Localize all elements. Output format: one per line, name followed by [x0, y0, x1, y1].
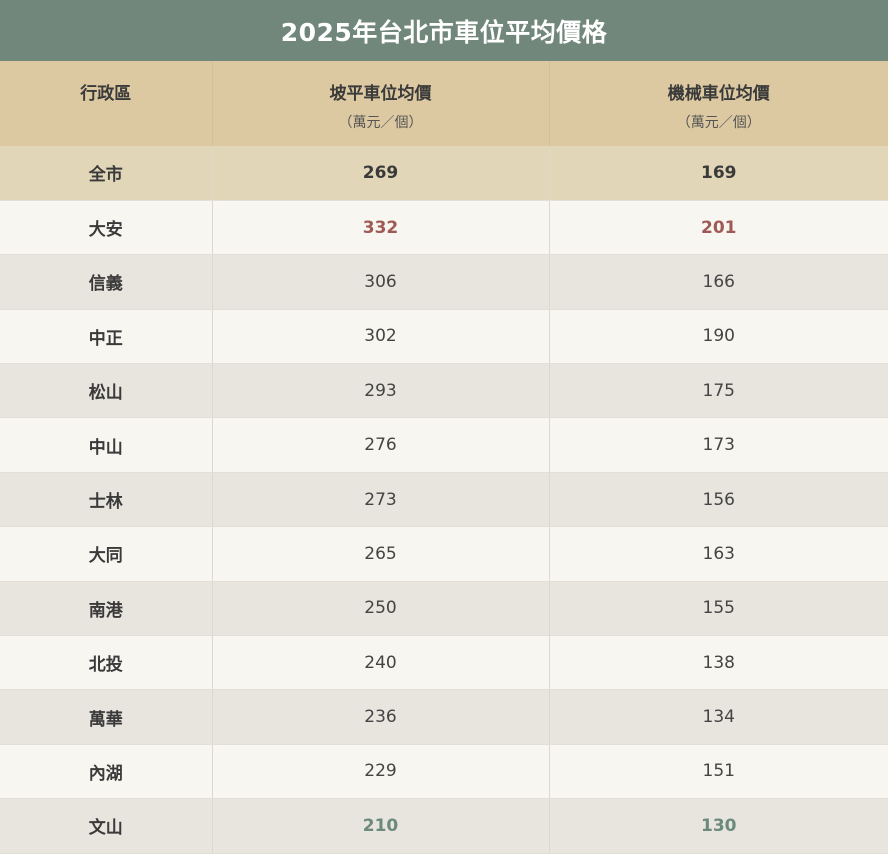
district-cell: 大同	[0, 526, 213, 582]
table-row: 信義 306 166	[0, 254, 888, 310]
ramp-price-cell: 240	[212, 635, 550, 691]
ramp-price-cell: 306	[212, 254, 550, 310]
ramp-price-cell: 210	[212, 798, 550, 854]
mechanical-price-cell: 138	[549, 635, 888, 691]
table-row: 中正 302 190	[0, 309, 888, 365]
table-row: 文山 210 130	[0, 798, 888, 854]
district-cell: 北投	[0, 635, 213, 691]
column-header-ramp: 坡平車位均價 （萬元／個）	[212, 61, 550, 146]
mechanical-price-cell: 156	[549, 472, 888, 528]
ramp-price-cell: 273	[212, 472, 550, 528]
table-row-total: 全市 269 169	[0, 146, 888, 201]
mechanical-price-cell: 163	[549, 526, 888, 582]
district-cell: 全市	[0, 146, 213, 201]
ramp-price-cell: 265	[212, 526, 550, 582]
table-row: 士林 273 156	[0, 472, 888, 528]
column-header-district: 行政區	[0, 61, 213, 146]
ramp-price-cell: 229	[212, 744, 550, 800]
district-cell: 南港	[0, 581, 213, 637]
mechanical-price-cell: 169	[549, 146, 888, 201]
mechanical-price-cell: 151	[549, 744, 888, 800]
table-row: 萬華 236 134	[0, 689, 888, 745]
table-row: 大同 265 163	[0, 526, 888, 582]
ramp-price-cell: 332	[212, 200, 550, 256]
mechanical-price-cell: 175	[549, 363, 888, 419]
district-cell: 大安	[0, 200, 213, 256]
ramp-price-cell: 269	[212, 146, 550, 201]
district-cell: 松山	[0, 363, 213, 419]
table-row: 北投 240 138	[0, 635, 888, 691]
mechanical-price-cell: 166	[549, 254, 888, 310]
mechanical-price-cell: 130	[549, 798, 888, 854]
table-row: 松山 293 175	[0, 363, 888, 419]
chart-title: 2025年台北市車位平均價格	[0, 0, 888, 61]
district-cell: 士林	[0, 472, 213, 528]
mechanical-price-cell: 155	[549, 581, 888, 637]
table-row: 大安 332 201	[0, 200, 888, 256]
district-cell: 信義	[0, 254, 213, 310]
table-row: 內湖 229 151	[0, 744, 888, 800]
ramp-price-cell: 276	[212, 417, 550, 473]
column-unit-ramp: （萬元／個）	[338, 115, 423, 131]
ramp-price-cell: 302	[212, 309, 550, 365]
column-unit-mechanical: （萬元／個）	[676, 115, 761, 131]
mechanical-price-cell: 190	[549, 309, 888, 365]
mechanical-price-cell: 134	[549, 689, 888, 745]
table-row: 中山 276 173	[0, 417, 888, 473]
district-cell: 中正	[0, 309, 213, 365]
column-label-district: 行政區	[80, 84, 132, 104]
column-header-mechanical: 機械車位均價 （萬元／個）	[549, 61, 888, 146]
column-label-ramp: 坡平車位均價	[329, 84, 432, 104]
district-cell: 萬華	[0, 689, 213, 745]
ramp-price-cell: 236	[212, 689, 550, 745]
ramp-price-cell: 250	[212, 581, 550, 637]
mechanical-price-cell: 201	[549, 200, 888, 256]
table-row: 南港 250 155	[0, 581, 888, 637]
mechanical-price-cell: 173	[549, 417, 888, 473]
ramp-price-cell: 293	[212, 363, 550, 419]
district-cell: 中山	[0, 417, 213, 473]
price-table: 行政區 坡平車位均價 （萬元／個） 機械車位均價 （萬元／個） 全市 269 169…	[0, 61, 888, 854]
district-cell: 內湖	[0, 744, 213, 800]
header-row: 行政區 坡平車位均價 （萬元／個） 機械車位均價 （萬元／個）	[0, 61, 888, 146]
table-body: 全市 269 169 大安 332 201 信義 306 166 中正 302 190 松山 293 175…	[0, 146, 888, 854]
district-cell: 文山	[0, 798, 213, 854]
column-label-mechanical: 機械車位均價	[667, 84, 770, 104]
